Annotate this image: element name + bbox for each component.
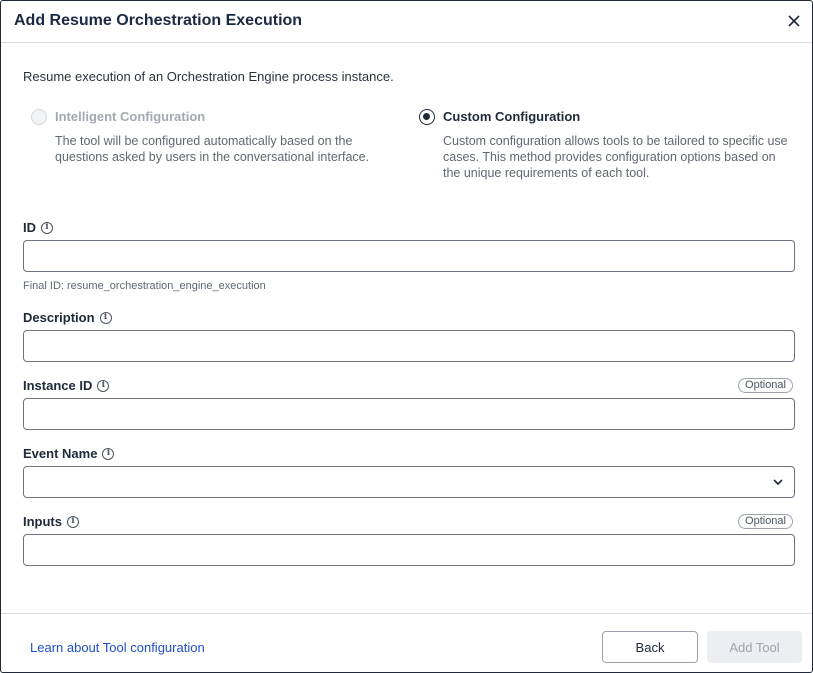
id-input[interactable] <box>23 240 795 272</box>
info-icon[interactable]: i <box>67 515 79 528</box>
id-label-text: ID <box>23 220 36 235</box>
close-button[interactable] <box>785 12 803 30</box>
intelligent-configuration-label: Intelligent Configuration <box>55 109 206 124</box>
description-label-text: Description <box>23 310 95 325</box>
chevron-down-icon <box>773 479 783 486</box>
intelligent-configuration-radio[interactable] <box>31 109 47 125</box>
custom-configuration-option[interactable]: Custom Configuration Custom configuratio… <box>419 109 799 184</box>
event-name-label-text: Event Name <box>23 446 98 461</box>
description-field-label: Description i <box>23 310 112 325</box>
info-icon[interactable]: i <box>97 379 110 392</box>
custom-configuration-description: Custom configuration allows tools to be … <box>443 134 788 180</box>
id-field-label: ID i <box>23 220 53 235</box>
dialog-footer: Learn about Tool configuration Back Add … <box>1 613 812 672</box>
back-button[interactable]: Back <box>602 631 698 663</box>
intelligent-configuration-option[interactable]: Intelligent Configuration The tool will … <box>31 109 401 184</box>
dialog-title: Add Resume Orchestration Execution <box>14 12 303 29</box>
description-input[interactable] <box>23 330 795 362</box>
inputs-input[interactable] <box>23 534 795 566</box>
intelligent-configuration-description: The tool will be configured automaticall… <box>55 134 370 164</box>
learn-tool-configuration-link[interactable]: Learn about Tool configuration <box>30 640 205 655</box>
dialog-description: Resume execution of an Orchestration Eng… <box>23 69 394 84</box>
instance-id-field-label: Instance ID i <box>23 378 110 393</box>
final-id-hint: Final ID: resume_orchestration_engine_ex… <box>23 280 266 292</box>
inputs-optional-badge: Optional <box>738 514 793 529</box>
close-icon <box>788 15 800 27</box>
event-name-select[interactable] <box>23 466 795 498</box>
instance-id-input[interactable] <box>23 398 795 430</box>
dialog: Add Resume Orchestration Execution Resum… <box>0 0 813 673</box>
inputs-label-text: Inputs <box>23 514 62 529</box>
event-name-field-label: Event Name i <box>23 446 115 461</box>
dialog-header: Add Resume Orchestration Execution <box>1 1 812 43</box>
custom-configuration-radio[interactable] <box>419 109 435 125</box>
instance-id-optional-badge: Optional <box>738 378 793 393</box>
instance-id-label-text: Instance ID <box>23 378 93 393</box>
info-icon[interactable]: i <box>99 311 112 324</box>
custom-configuration-label: Custom Configuration <box>443 109 581 124</box>
add-tool-button[interactable]: Add Tool <box>707 631 802 663</box>
inputs-field-label: Inputs i <box>23 514 79 529</box>
info-icon[interactable]: i <box>102 447 115 460</box>
info-icon[interactable]: i <box>41 221 53 234</box>
